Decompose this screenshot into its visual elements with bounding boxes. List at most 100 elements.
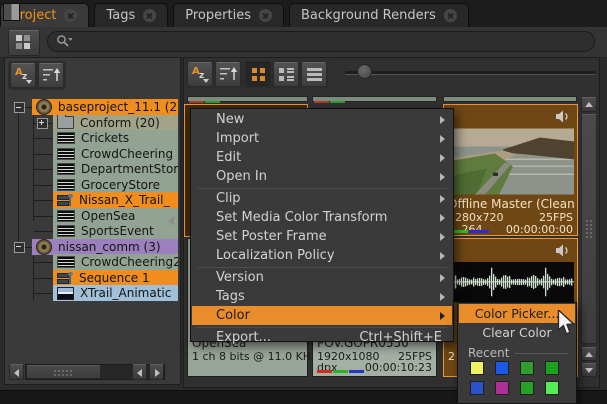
audio-icon (57, 225, 75, 237)
scrollbar-thumb[interactable] (581, 114, 597, 344)
tab-label: Background Renders (301, 8, 436, 23)
menu-item-set-media-color-transform[interactable]: Set Media Color Transform (192, 208, 452, 227)
submenu-arrow-icon (440, 173, 445, 181)
recent-color-swatch[interactable] (470, 361, 484, 375)
audio-speaker-icon (555, 110, 571, 123)
tab-background-renders[interactable]: Background Renders (289, 3, 469, 27)
recent-color-swatch[interactable] (545, 381, 559, 395)
scroll-left-button[interactable] (9, 364, 24, 380)
tree-item-crowdcheering[interactable]: CrowdCheering (53, 146, 178, 162)
tree-item-grocerystore[interactable]: GroceryStore (53, 177, 178, 193)
menu-item-new[interactable]: New (192, 110, 452, 129)
collapse-icon[interactable] (14, 102, 25, 113)
close-icon[interactable] (64, 9, 77, 22)
project-icon (36, 99, 52, 115)
tab-tags[interactable]: Tags (94, 3, 168, 27)
tree-item-nissan-x-trail[interactable]: Nissan_X_Trail_ (53, 192, 178, 208)
tab-properties[interactable]: Properties (173, 3, 284, 27)
menu-item-import[interactable]: Import (192, 129, 452, 148)
menu-item-edit[interactable]: Edit (192, 148, 452, 167)
clip-timecode: 00:00:10:23 (365, 361, 432, 374)
submenu-arrow-icon (440, 214, 445, 222)
tree-item-departmentstore[interactable]: DepartmentStore (53, 161, 178, 177)
tree-item-label: SportsEvent (81, 224, 154, 238)
codec-bar (330, 101, 345, 103)
image-icon (57, 287, 74, 300)
sort-order-button[interactable] (38, 63, 64, 88)
audio-format-label: 2 (448, 350, 455, 363)
tab-label: Tags (106, 8, 135, 23)
tree-item-opensea[interactable]: OpenSea (53, 208, 178, 224)
tree-item-label: OpenSea (81, 209, 135, 223)
submenu-arrow-icon (440, 116, 445, 124)
sort-order-icon (217, 65, 239, 84)
bin-sort-order-button[interactable] (215, 62, 241, 87)
tab-bar: ProjectTagsPropertiesBackground Renders (0, 0, 607, 27)
tab-label: Properties (185, 8, 251, 23)
menu-shortcut: Ctrl+Shift+E (359, 330, 442, 345)
menu-item-color[interactable]: Color (192, 306, 452, 325)
bin-sort-alphabetical-button[interactable]: A z (187, 62, 213, 87)
menu-item-set-poster-frame[interactable]: Set Poster Frame (192, 227, 452, 246)
thumbnail-size-slider-track[interactable] (345, 71, 596, 75)
recent-color-swatch[interactable] (520, 381, 534, 395)
tree-item-conform-20[interactable]: Conform (20) (53, 115, 178, 131)
scroll-up-button-2[interactable] (581, 347, 597, 361)
menu-item-version[interactable]: Version (192, 268, 452, 287)
recent-color-swatch[interactable] (520, 361, 534, 375)
tree-item-label: DepartmentStore (81, 162, 178, 176)
menu-item-localization-policy[interactable]: Localization Policy (192, 246, 452, 265)
tree-item-nissan-comm-3[interactable]: nissan_comm (3) (32, 239, 178, 255)
panel-splitter-collapse-icon[interactable] (168, 216, 174, 226)
clip-card-offline-master[interactable]: Offline Master (Clean 1280x720 25FPS i..… (443, 104, 578, 236)
tree-item-label: GroceryStore (81, 178, 160, 192)
tree-item-label: XTrail_Animatic (80, 286, 171, 300)
expand-icon[interactable] (37, 118, 48, 129)
partial-card-footer[interactable] (443, 96, 577, 102)
tree-item-label: Sequence 1 (79, 271, 150, 285)
recent-color-swatch[interactable] (470, 381, 484, 395)
tree-item-sportsevent[interactable]: SportsEvent (53, 223, 178, 239)
recent-color-swatch[interactable] (495, 381, 509, 395)
tree-item-xtrail-animatic[interactable]: XTrail_Animatic (53, 285, 178, 301)
scroll-down-button[interactable] (581, 363, 597, 377)
scroll-left-button-2[interactable] (132, 364, 147, 380)
clip-audio-info: 1 ch 8 bits @ 11.0 KHz (192, 350, 303, 363)
close-icon[interactable] (444, 9, 457, 22)
scrollbar-thumb[interactable] (26, 365, 101, 379)
recent-color-swatch[interactable] (545, 361, 559, 375)
search-input[interactable] (72, 34, 594, 50)
menu-item-label: Tags (216, 289, 245, 304)
thumbnail-size-slider-knob[interactable] (357, 64, 372, 79)
tree-item-crickets[interactable]: Crickets (53, 130, 178, 146)
workspace-layout-button[interactable] (8, 30, 40, 56)
menu-item-clip[interactable]: Clip (192, 189, 452, 208)
audio-icon (57, 163, 75, 175)
close-icon[interactable] (259, 9, 272, 22)
list-view-button[interactable] (301, 62, 327, 87)
codec-bar (349, 370, 364, 373)
scroll-right-button[interactable] (149, 364, 164, 380)
grid-view-button[interactable] (245, 62, 271, 87)
recent-color-swatch[interactable] (495, 361, 509, 375)
tree-item-baseproject-11-1-2[interactable]: baseproject_11.1 (2 (32, 99, 178, 115)
tree-item-label: Crickets (81, 131, 129, 145)
thumbnail-list-view-button[interactable] (273, 62, 299, 87)
search-field[interactable] (47, 31, 595, 52)
close-icon[interactable] (143, 9, 156, 22)
sequence-icon (57, 272, 73, 284)
bin-sort-controls: A z (185, 60, 243, 89)
menu-item-label: Edit (216, 150, 241, 165)
audio-format-label: 1 ch 8 bits @ 11.0 KHz (192, 350, 317, 363)
tree-item-sequence-1[interactable]: Sequence 1 (53, 270, 178, 286)
collapse-icon[interactable] (14, 242, 25, 253)
menu-item-tags[interactable]: Tags (192, 287, 452, 306)
submenu-arrow-icon (440, 293, 445, 301)
recent-label: Recent (468, 346, 509, 360)
menu-item-export[interactable]: Export...Ctrl+Shift+E (192, 328, 452, 347)
menu-item-open-in[interactable]: Open In (192, 167, 452, 186)
sort-alphabetical-button[interactable]: A z (10, 63, 36, 88)
tree-item-crowdcheering2[interactable]: CrowdCheering2 (53, 254, 178, 270)
submenu-arrow-icon (440, 274, 445, 282)
scroll-up-button[interactable] (581, 97, 597, 112)
